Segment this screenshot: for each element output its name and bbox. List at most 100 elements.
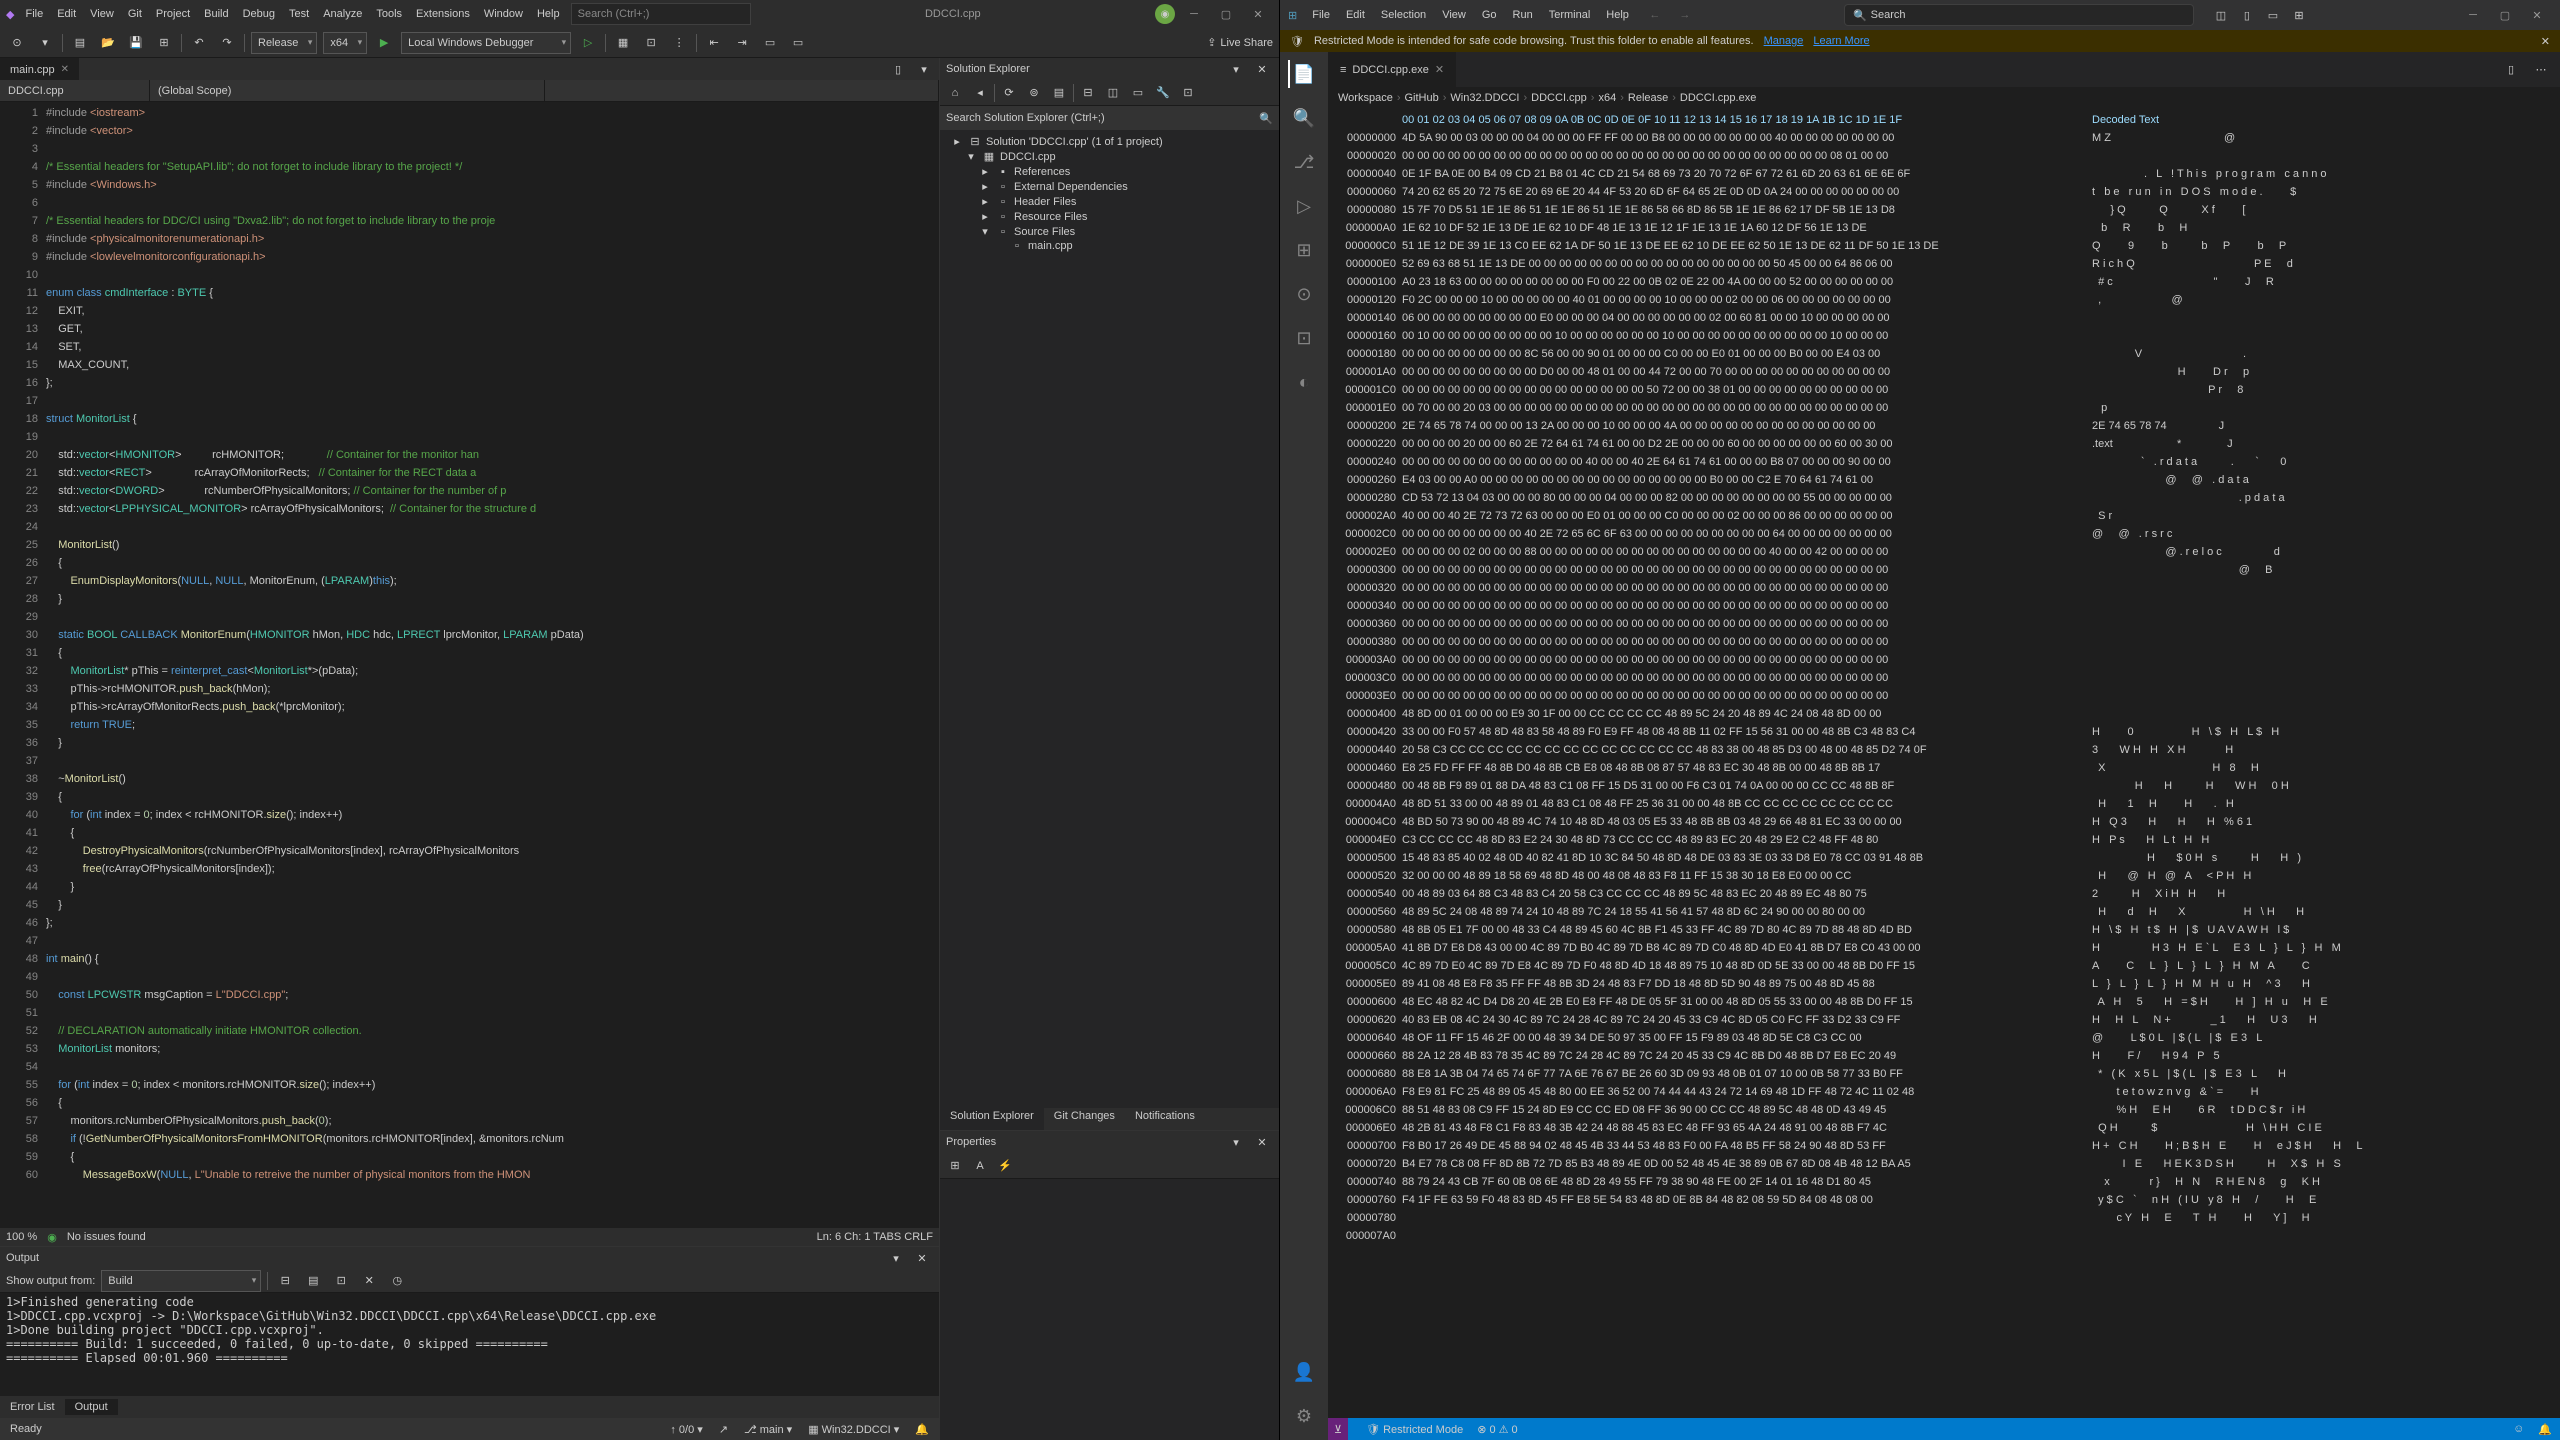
code-editor[interactable]: 1234567891011121314151617181920212223242… [0,102,939,1228]
se-filter-icon[interactable]: ▤ [1048,82,1070,104]
uncomment-icon[interactable]: ▭ [787,32,809,54]
scope-project[interactable]: DDCCI.cpp [0,80,150,101]
vc-close-icon[interactable]: ✕ [2522,4,2552,26]
misc1-icon[interactable]: ▦ [612,32,634,54]
menu-edit[interactable]: Edit [1339,6,1372,24]
more-icon[interactable]: ⋯ [2530,59,2552,81]
output-source-dropdown[interactable]: Build [101,1270,261,1292]
se-home-icon[interactable]: ⌂ [944,82,966,104]
hex-editor[interactable]: 0000000000000020000000400000006000000080… [1328,109,2560,1418]
se-close-icon[interactable]: ✕ [1251,58,1273,80]
nav-back-icon[interactable]: ← [1644,4,1666,26]
status-changes[interactable]: ↑ 0/0 ▾ [670,1423,702,1436]
out-btn1-icon[interactable]: ⊟ [274,1270,296,1292]
se-sync-icon[interactable]: ⊚ [1023,82,1045,104]
ext2-icon[interactable]: ◐ [1290,368,1318,396]
layout4-icon[interactable]: ⊞ [2288,4,2310,26]
tab-close-icon[interactable]: ✕ [61,64,69,75]
split-icon[interactable]: ▯ [2500,59,2522,81]
se-show-icon[interactable]: ◫ [1102,82,1124,104]
feedback-icon[interactable]: ☺ [2513,1423,2524,1436]
out-btn3-icon[interactable]: ⊡ [330,1270,352,1292]
debug-target-dropdown[interactable]: Local Windows Debugger [401,32,571,54]
tab-main-cpp[interactable]: main.cpp✕ [0,58,79,80]
signin-icon[interactable]: ◉ [1155,4,1175,24]
menu-debug[interactable]: Debug [236,5,282,23]
comment-icon[interactable]: ▭ [759,32,781,54]
solution-tree[interactable]: ▸⊟Solution 'DDCCI.cpp' (1 of 1 project)▾… [940,130,1279,1108]
bell-icon[interactable]: 🔔 [915,1423,929,1436]
out-btn5-icon[interactable]: ◷ [386,1270,408,1292]
debug-icon[interactable]: ▷ [1290,192,1318,220]
pin-icon[interactable]: ▾ [1225,58,1247,80]
tab-close-icon[interactable]: ✕ [1435,63,1444,76]
menu-git[interactable]: Git [121,5,149,23]
dropdown-icon[interactable]: ▾ [913,58,935,80]
close-icon[interactable]: ✕ [1243,3,1273,25]
layout1-icon[interactable]: ◫ [2210,4,2232,26]
se-collapse-icon[interactable]: ⊟ [1077,82,1099,104]
menu-view[interactable]: View [83,5,121,23]
start-nodebug-icon[interactable]: ▷ [577,32,599,54]
vs-search[interactable]: Search (Ctrl+;) [571,3,751,25]
tree-item[interactable]: ▾▦DDCCI.cpp [940,149,1279,164]
scope-global[interactable]: (Global Scope) [150,80,545,101]
trust-manage[interactable]: Manage [1764,35,1804,47]
se-tab-git[interactable]: Git Changes [1044,1108,1125,1130]
tab-error-list[interactable]: Error List [0,1399,65,1415]
tree-item[interactable]: ▸⊟Solution 'DDCCI.cpp' (1 of 1 project) [940,134,1279,149]
status-add[interactable]: ↗ [719,1423,728,1436]
menu-file[interactable]: File [18,5,50,23]
status-branch[interactable]: ⎇ main ▾ [744,1423,792,1436]
vc-tab-exe[interactable]: ≡DDCCI.cpp.exe✕ [1328,52,1457,87]
tree-item[interactable]: ▸▫External Dependencies [940,179,1279,194]
se-props-icon[interactable]: 🔧 [1152,82,1174,104]
start-icon[interactable]: ▶ [373,32,395,54]
trust-learn[interactable]: Learn More [1813,35,1869,47]
live-share[interactable]: ⇪Live Share [1207,36,1273,49]
menu-analyze[interactable]: Analyze [316,5,369,23]
menu-go[interactable]: Go [1475,6,1504,24]
vc-search[interactable]: 🔍 Search [1844,4,2194,26]
menu-selection[interactable]: Selection [1374,6,1433,24]
split-icon[interactable]: ▯ [887,58,909,80]
tab-output[interactable]: Output [65,1399,118,1415]
se-preview-icon[interactable]: ▭ [1127,82,1149,104]
menu-extensions[interactable]: Extensions [409,5,477,23]
indent-less-icon[interactable]: ⇤ [703,32,725,54]
gear-icon[interactable]: ⚙ [1290,1402,1318,1430]
menu-project[interactable]: Project [149,5,197,23]
account-icon[interactable]: 👤 [1290,1358,1318,1386]
remote-icon[interactable]: ⊙ [1290,280,1318,308]
layout2-icon[interactable]: ▯ [2236,4,2258,26]
tree-item[interactable]: ▾▫Source Files [940,224,1279,239]
menu-test[interactable]: Test [282,5,316,23]
scope-member[interactable] [545,80,940,101]
tree-item[interactable]: ▫main.cpp [940,239,1279,253]
back-icon[interactable]: ⊙ [6,32,28,54]
search-icon[interactable]: 🔍 [1290,104,1318,132]
props-alpha-icon[interactable]: A [969,1155,991,1177]
scm-icon[interactable]: ⎇ [1290,148,1318,176]
menu-edit[interactable]: Edit [50,5,83,23]
menu-help[interactable]: Help [530,5,567,23]
platform-dropdown[interactable]: x64 [323,32,367,54]
new-icon[interactable]: ▤ [69,32,91,54]
se-back-icon[interactable]: ◂ [969,82,991,104]
minimize-icon[interactable]: ─ [1179,3,1209,25]
props-grid[interactable] [940,1179,1279,1440]
menu-view[interactable]: View [1435,6,1473,24]
menu-help[interactable]: Help [1599,6,1636,24]
close-output-icon[interactable]: ✕ [911,1247,933,1269]
misc3-icon[interactable]: ⋮ [668,32,690,54]
pin-icon[interactable]: ▾ [885,1247,907,1269]
menu-window[interactable]: Window [477,5,530,23]
tree-item[interactable]: ▸▪References [940,164,1279,179]
indent-more-icon[interactable]: ⇥ [731,32,753,54]
props-close-icon[interactable]: ✕ [1251,1131,1273,1153]
out-btn4-icon[interactable]: ✕ [358,1270,380,1292]
status-project[interactable]: ▦ Win32.DDCCI ▾ [808,1423,899,1436]
se-search[interactable]: Search Solution Explorer (Ctrl+;)🔍 [940,106,1279,130]
se-tab-notif[interactable]: Notifications [1125,1108,1205,1130]
maximize-icon[interactable]: ▢ [1211,3,1241,25]
